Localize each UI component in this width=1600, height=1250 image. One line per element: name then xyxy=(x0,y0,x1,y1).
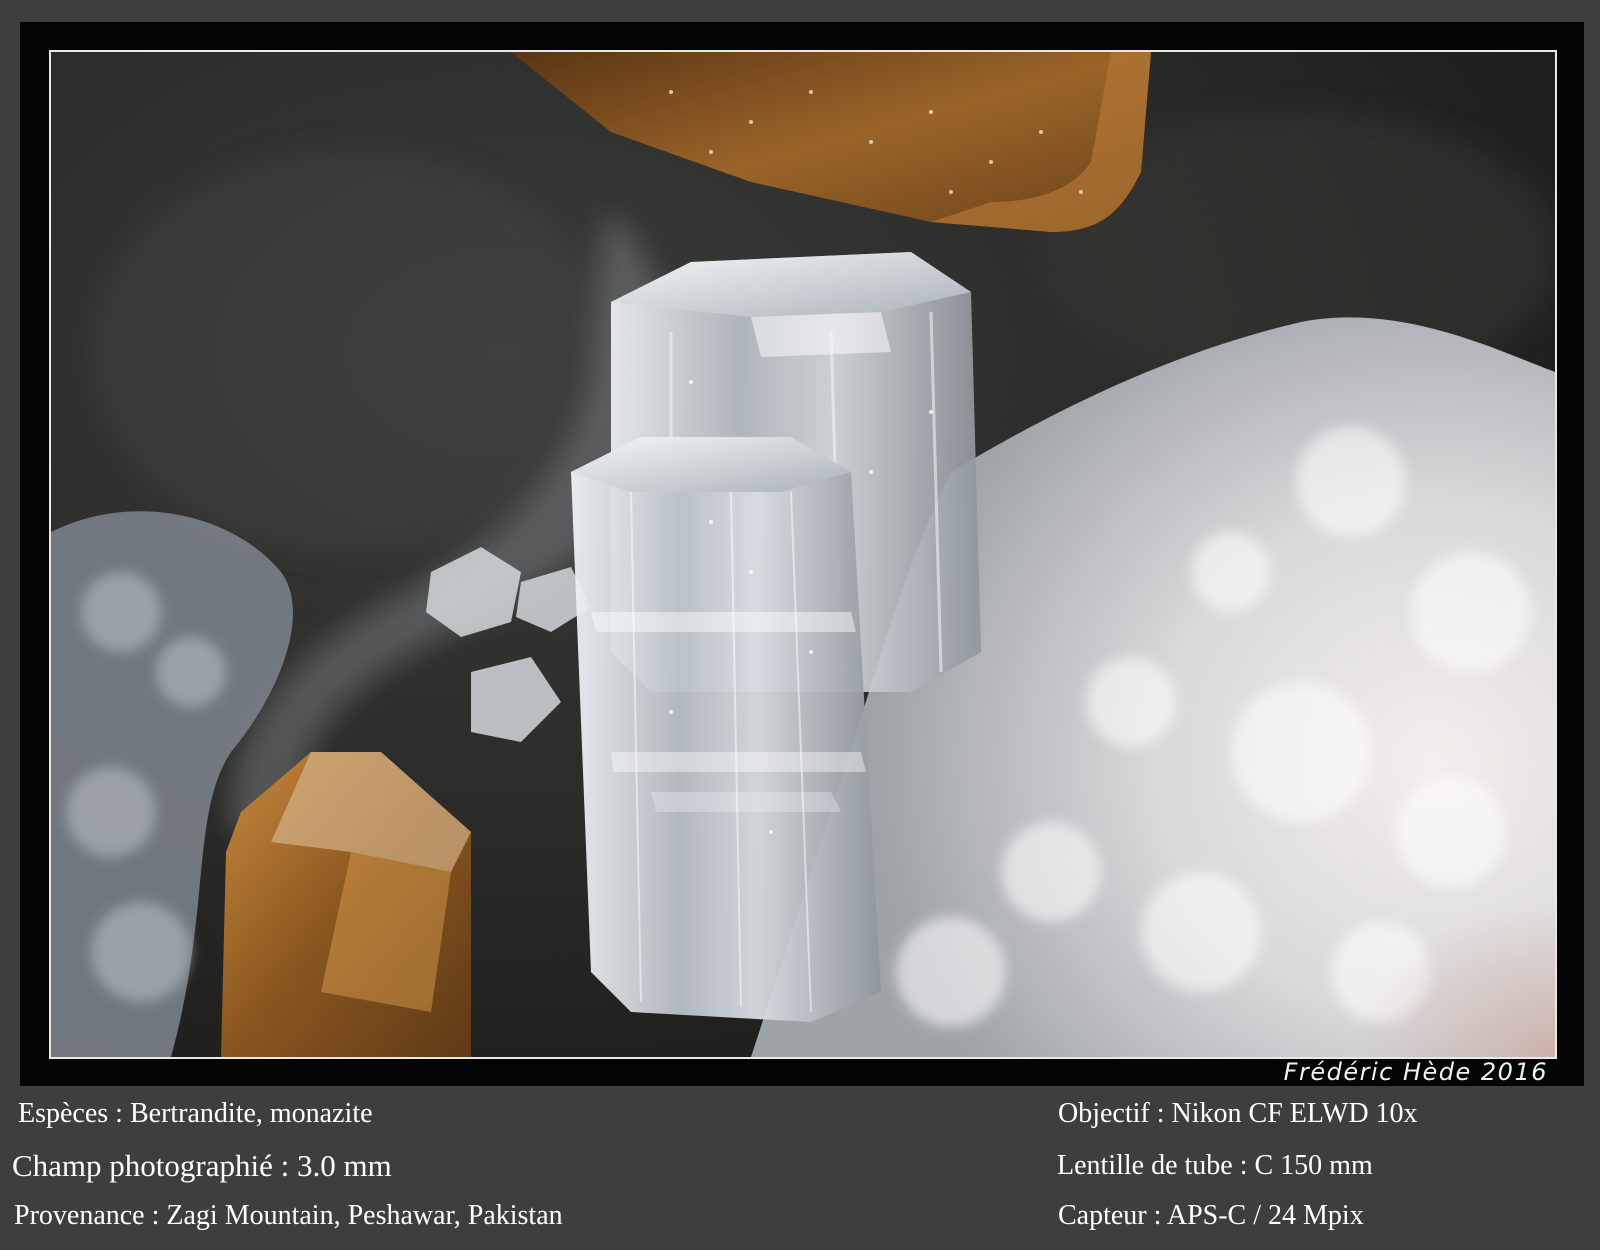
mineral-photograph xyxy=(49,50,1557,1059)
objective-caption: Objectif : Nikon CF ELWD 10x xyxy=(1058,1098,1418,1129)
species-caption: Espèces : Bertrandite, monazite xyxy=(18,1098,373,1129)
photograph-image xyxy=(51,52,1555,1057)
tube-lens-caption: Lentille de tube : C 150 mm xyxy=(1057,1150,1373,1181)
provenance-caption: Provenance : Zagi Mountain, Peshawar, Pa… xyxy=(14,1200,563,1231)
photographer-signature: Frédéric Hède 2016 xyxy=(1283,1058,1548,1086)
sensor-caption: Capteur : APS-C / 24 Mpix xyxy=(1058,1200,1364,1231)
field-of-view-caption: Champ photographié : 3.0 mm xyxy=(12,1148,392,1183)
